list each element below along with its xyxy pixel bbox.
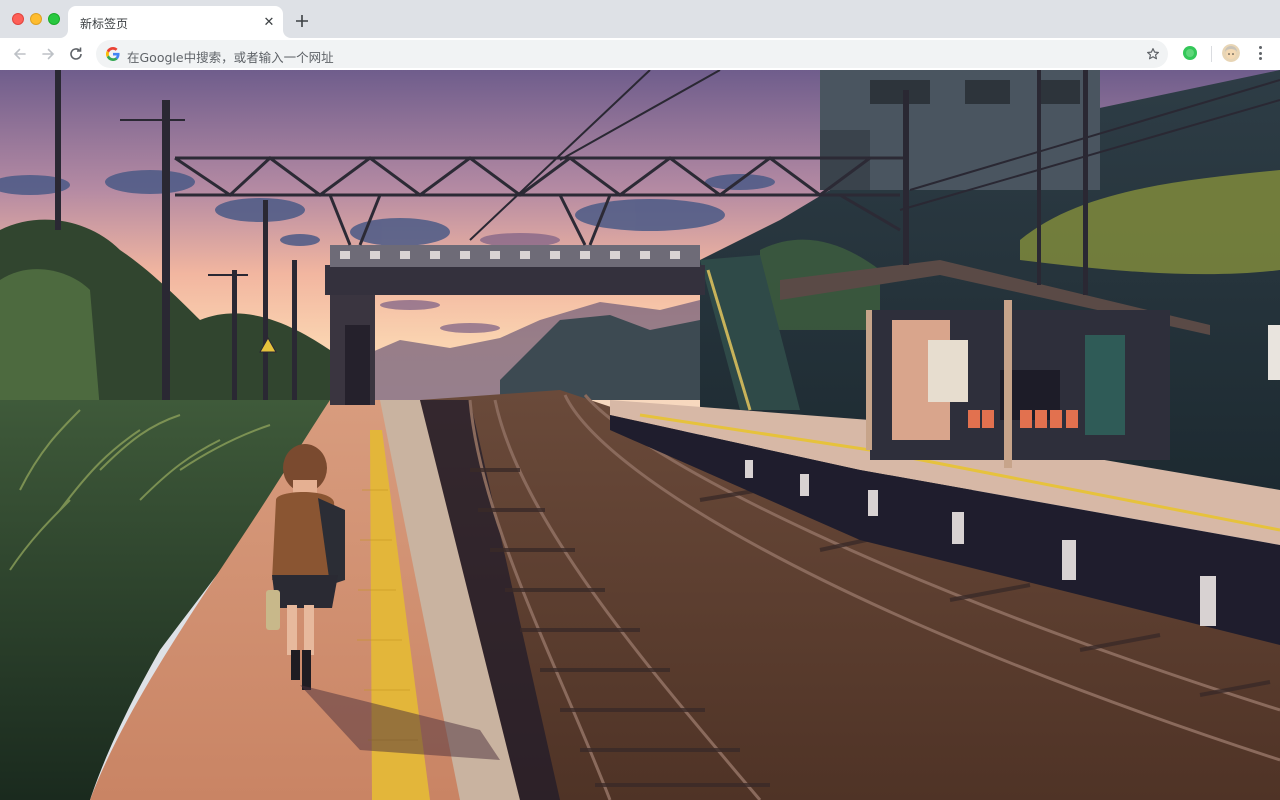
omnibox-placeholder: 在Google中搜索，或者输入一个网址 <box>127 50 334 65</box>
window-minimize-button[interactable] <box>30 13 42 25</box>
new-tab-page <box>0 70 1280 800</box>
window-close-button[interactable] <box>12 13 24 25</box>
tab-new-tab[interactable]: 新标签页 ✕ <box>68 6 283 38</box>
green-extension-icon[interactable] <box>1182 45 1198 61</box>
omnibox[interactable]: 在Google中搜索，或者输入一个网址 <box>96 40 1168 68</box>
avatar[interactable] <box>1222 44 1240 62</box>
arrow-right-icon[interactable] <box>36 42 60 66</box>
close-icon[interactable]: ✕ <box>261 14 277 30</box>
wallpaper-image <box>0 70 1280 800</box>
reload-icon[interactable] <box>64 42 88 66</box>
more-vertical-icon[interactable] <box>1252 44 1268 62</box>
toolbar-divider <box>1211 46 1212 62</box>
arrow-left-icon[interactable] <box>8 42 32 66</box>
window-maximize-button[interactable] <box>48 13 60 25</box>
tab-title: 新标签页 <box>80 17 129 31</box>
toolbar: 在Google中搜索，或者输入一个网址 <box>0 38 1280 70</box>
star-icon[interactable] <box>1144 45 1162 63</box>
tab-strip: 新标签页 ✕ <box>0 0 1280 38</box>
plus-icon[interactable] <box>292 11 312 31</box>
google-g-icon <box>106 47 120 61</box>
